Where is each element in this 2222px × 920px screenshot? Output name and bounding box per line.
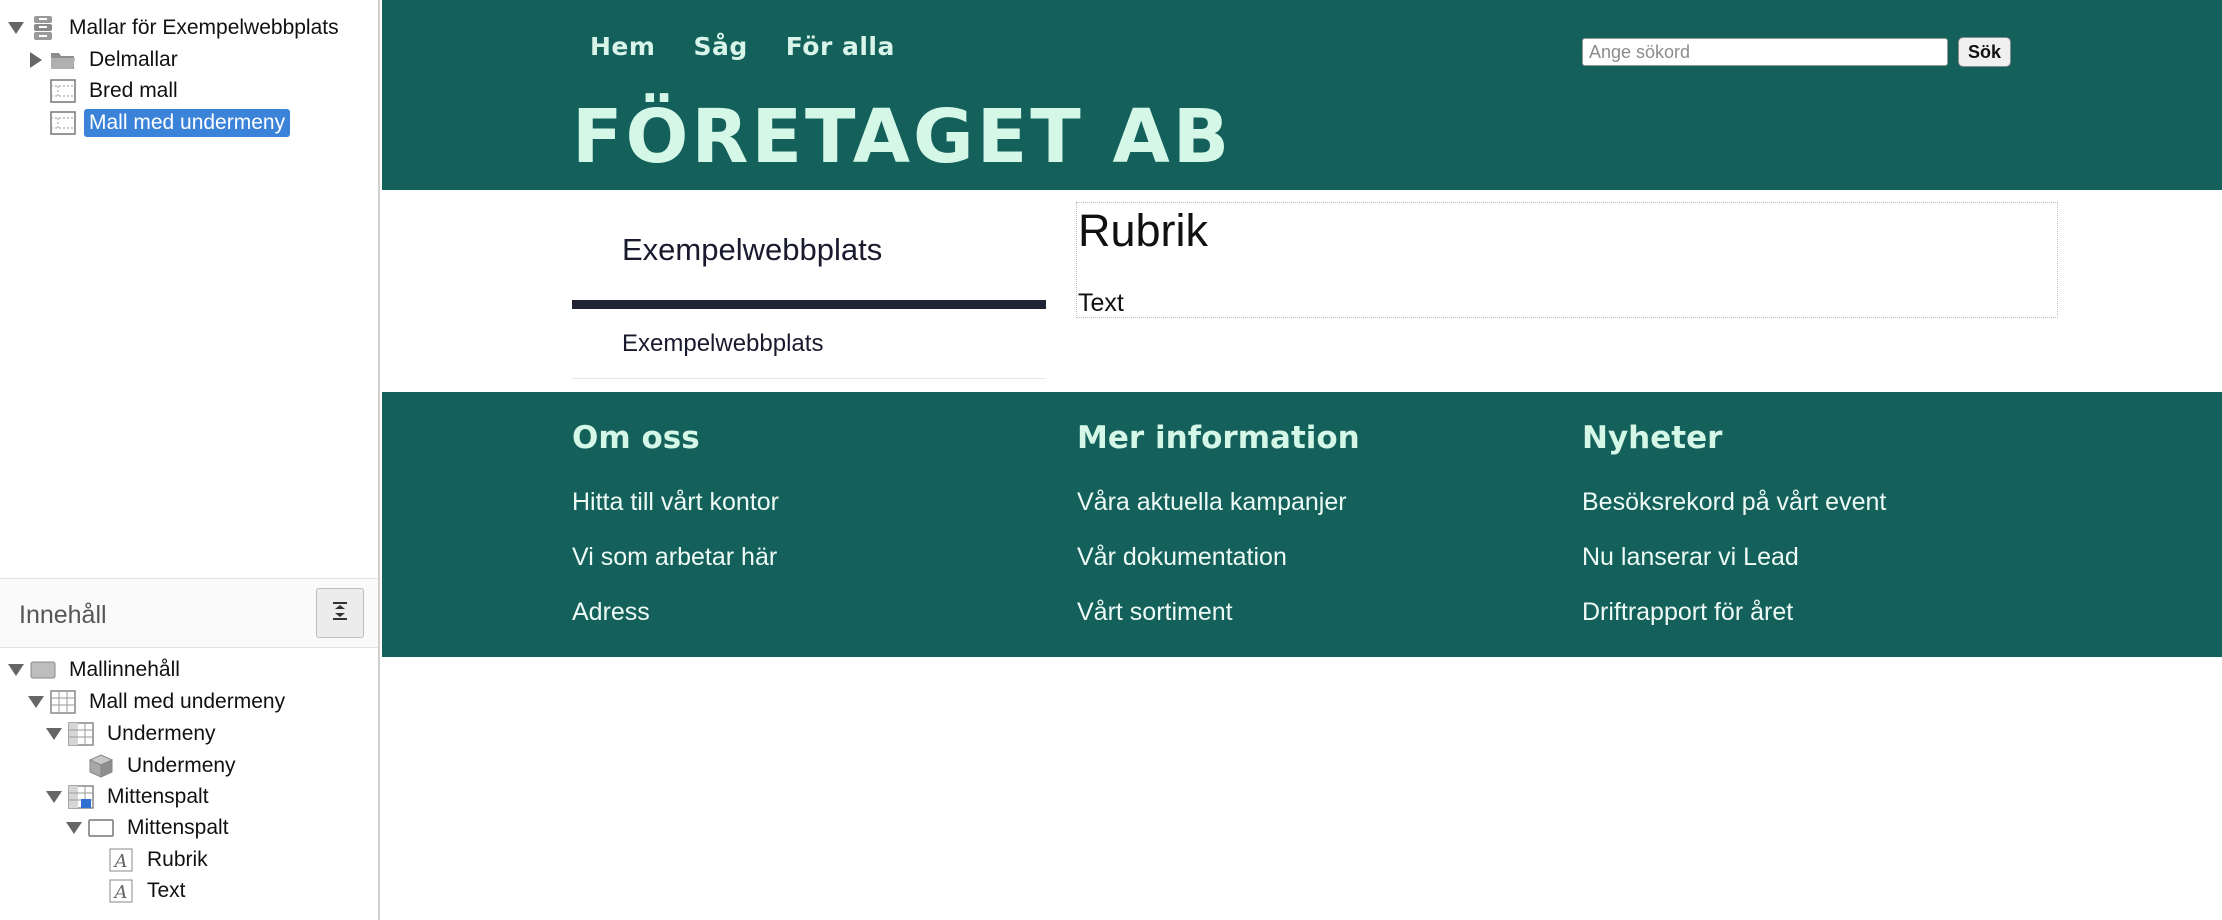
submenu-heading: Exempelwebbplats bbox=[622, 232, 883, 267]
footer-link[interactable]: Nu lanserar vi Lead bbox=[1582, 543, 1886, 598]
component-cube-icon bbox=[88, 754, 114, 778]
tree-item-label: Mallar för Exempelwebbplats bbox=[69, 16, 339, 39]
content-panel-header: Innehåll bbox=[0, 578, 378, 648]
nav-link-for-alla[interactable]: För alla bbox=[786, 32, 895, 61]
grid-layout-icon bbox=[50, 690, 76, 714]
content-tree-label: Mittenspalt bbox=[107, 785, 209, 808]
footer-link[interactable]: Vårt sortiment bbox=[1077, 598, 1360, 653]
template-page-icon bbox=[50, 111, 76, 135]
template-database-icon bbox=[30, 16, 56, 40]
expand-toggle-icon[interactable] bbox=[8, 662, 24, 678]
expand-toggle-icon[interactable] bbox=[46, 789, 62, 805]
folder-icon bbox=[50, 48, 76, 72]
content-root-icon bbox=[30, 658, 56, 682]
site-main: Exempelwebbplats Exempelwebbplats Rubrik… bbox=[382, 190, 2222, 392]
submenu-separator bbox=[572, 378, 1046, 379]
content-tree-item-undermeny-region[interactable]: Undermeny bbox=[46, 719, 221, 749]
region-grid-active-icon bbox=[68, 785, 94, 809]
content-tree-label: Undermeny bbox=[107, 722, 216, 745]
search-input[interactable] bbox=[1582, 38, 1948, 66]
site-footer: Om oss Hitta till vårt kontor Vi som arb… bbox=[382, 392, 2222, 657]
text-module-icon: A bbox=[108, 848, 134, 872]
content-panel-title: Innehåll bbox=[19, 601, 107, 629]
footer-heading: Nyheter bbox=[1582, 420, 1723, 456]
content-text[interactable]: Text bbox=[1078, 289, 1124, 318]
search-button[interactable]: Sök bbox=[1958, 37, 2012, 67]
tree-item-label-selected: Mall med undermeny bbox=[84, 109, 291, 137]
content-tree-item-mittenspalt-region[interactable]: Mittenspalt bbox=[46, 782, 214, 812]
footer-heading: Mer information bbox=[1077, 420, 1360, 456]
content-tree-item-undermeny-component[interactable]: Undermeny bbox=[66, 751, 241, 781]
content-tree-label: Text bbox=[147, 879, 186, 902]
top-navigation: Hem Såg För alla bbox=[590, 32, 895, 61]
content-tree-label: Undermeny bbox=[127, 754, 236, 777]
container-box-icon bbox=[88, 816, 114, 840]
footer-link[interactable]: Vår dokumentation bbox=[1077, 543, 1360, 598]
expand-toggle-icon[interactable] bbox=[46, 726, 62, 742]
tree-item-label: Delmallar bbox=[89, 48, 178, 71]
collapse-icon bbox=[332, 601, 348, 625]
submenu-link[interactable]: Exempelwebbplats bbox=[622, 330, 823, 358]
tree-item-label: Bred mall bbox=[89, 79, 178, 102]
content-tree-label: Mallinnehåll bbox=[69, 658, 180, 681]
footer-link[interactable]: Våra aktuella kampanjer bbox=[1077, 488, 1360, 543]
svg-text:A: A bbox=[113, 851, 128, 872]
tree-item-delmallar[interactable]: Delmallar bbox=[28, 45, 183, 75]
expand-toggle-icon[interactable] bbox=[66, 820, 82, 836]
nav-link-sag[interactable]: Såg bbox=[693, 32, 747, 61]
collapse-panel-button[interactable] bbox=[316, 588, 364, 638]
footer-link[interactable]: Besöksrekord på vårt event bbox=[1582, 488, 1886, 543]
content-tree-item-mall-med-undermeny[interactable]: Mall med undermeny bbox=[28, 687, 290, 717]
footer-link[interactable]: Driftrapport för året bbox=[1582, 598, 1886, 653]
footer-link[interactable]: Vi som arbetar här bbox=[572, 543, 779, 598]
template-page-icon bbox=[50, 79, 76, 103]
content-tree-item-rubrik[interactable]: A Rubrik bbox=[86, 845, 213, 875]
region-grid-icon bbox=[68, 722, 94, 746]
footer-column-om-oss: Om oss Hitta till vårt kontor Vi som arb… bbox=[572, 420, 779, 653]
footer-link[interactable]: Adress bbox=[572, 598, 779, 653]
content-tree-item-mallinnehall[interactable]: Mallinnehåll bbox=[8, 655, 185, 685]
left-panel: Mallar för Exempelwebbplats Delmallar Br… bbox=[0, 0, 380, 920]
site-header: Hem Såg För alla Sök FÖRETAGET AB bbox=[382, 0, 2222, 190]
content-tree-label: Mall med undermeny bbox=[89, 690, 286, 713]
content-tree-item-text[interactable]: A Text bbox=[86, 876, 191, 906]
submenu-divider bbox=[572, 300, 1046, 309]
content-tree-label: Rubrik bbox=[147, 848, 208, 871]
footer-link[interactable]: Hitta till vårt kontor bbox=[572, 488, 779, 543]
footer-column-mer-information: Mer information Våra aktuella kampanjer … bbox=[1077, 420, 1360, 653]
footer-column-nyheter: Nyheter Besöksrekord på vårt event Nu la… bbox=[1582, 420, 1886, 653]
expand-toggle-icon[interactable] bbox=[8, 20, 24, 36]
site-preview: Hem Såg För alla Sök FÖRETAGET AB Exempe… bbox=[382, 0, 2222, 920]
footer-heading: Om oss bbox=[572, 420, 700, 456]
svg-text:A: A bbox=[113, 882, 128, 903]
content-tree-item-mittenspalt-container[interactable]: Mittenspalt bbox=[66, 813, 234, 843]
site-brand-title: FÖRETAGET AB bbox=[572, 94, 1233, 180]
center-column-content[interactable]: Rubrik Text bbox=[1076, 202, 2058, 318]
content-heading[interactable]: Rubrik bbox=[1078, 205, 1208, 257]
nav-link-hem[interactable]: Hem bbox=[590, 32, 655, 61]
tree-item-bred-mall[interactable]: Bred mall bbox=[28, 76, 183, 106]
content-tree-label: Mittenspalt bbox=[127, 816, 229, 839]
text-module-icon: A bbox=[108, 879, 134, 903]
expand-toggle-icon[interactable] bbox=[28, 694, 44, 710]
collapsed-toggle-icon[interactable] bbox=[28, 52, 44, 68]
tree-item-template-root[interactable]: Mallar för Exempelwebbplats bbox=[8, 13, 344, 43]
tree-item-mall-med-undermeny[interactable]: Mall med undermeny bbox=[28, 108, 291, 138]
